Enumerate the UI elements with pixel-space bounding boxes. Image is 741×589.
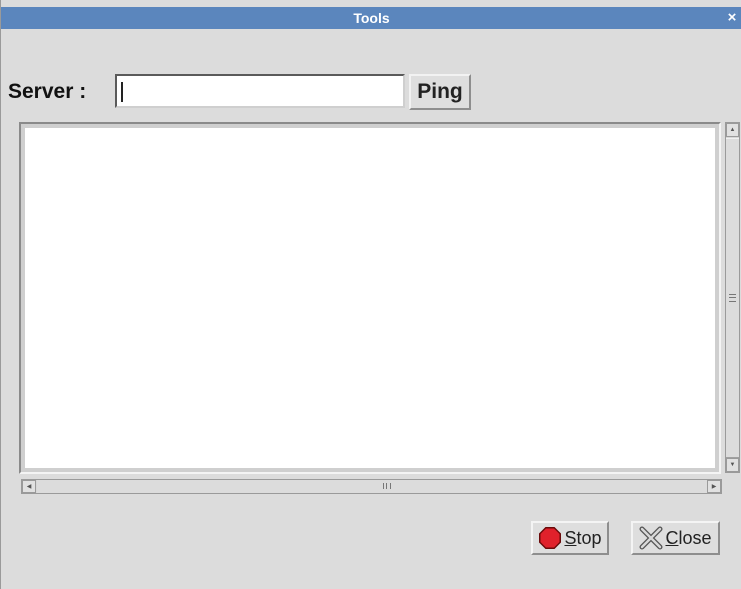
text-caret	[121, 82, 123, 102]
vertical-scrollbar[interactable]: ▲ ▼	[725, 122, 740, 473]
title-bar: Tools ×	[1, 7, 741, 29]
stop-button[interactable]: Stop	[531, 521, 609, 555]
close-label: Close	[665, 527, 712, 548]
window-title: Tools	[353, 10, 390, 26]
horizontal-scrollbar[interactable]: ◀ ▶	[21, 479, 722, 494]
output-frame	[19, 122, 721, 474]
window-close-icon[interactable]: ×	[724, 7, 740, 29]
server-label: Server :	[8, 80, 87, 103]
close-x-icon	[639, 526, 663, 550]
vertical-scroll-thumb[interactable]	[726, 138, 739, 458]
server-input[interactable]	[115, 74, 405, 108]
ping-button[interactable]: Ping	[409, 74, 471, 110]
horizontal-scroll-thumb[interactable]	[37, 480, 707, 493]
scroll-up-button[interactable]: ▲	[726, 123, 739, 137]
close-button[interactable]: Close	[631, 521, 720, 555]
scroll-left-button[interactable]: ◀	[22, 480, 36, 493]
scroll-down-button[interactable]: ▼	[726, 458, 739, 472]
tools-dialog: Tools × Server : Ping ▲ ▼ ◀ ▶ Stop Close	[0, 0, 741, 589]
thumb-grip-icon	[383, 483, 391, 489]
stop-icon	[538, 526, 562, 550]
scroll-right-button[interactable]: ▶	[707, 480, 721, 493]
output-text-area[interactable]	[25, 128, 715, 468]
thumb-grip-icon	[729, 294, 736, 302]
stop-label: Stop	[564, 527, 602, 548]
